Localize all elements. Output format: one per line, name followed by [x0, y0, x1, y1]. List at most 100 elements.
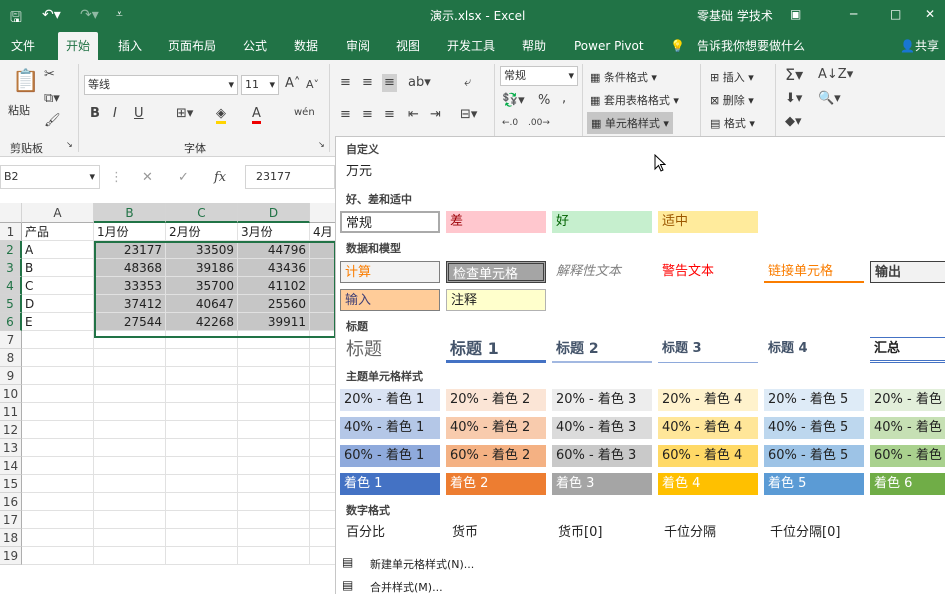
fill-color-icon[interactable]: ◈: [216, 107, 226, 124]
cell[interactable]: [238, 439, 310, 457]
cell[interactable]: [166, 529, 238, 547]
autosum-icon[interactable]: Σ▾: [785, 67, 803, 83]
style-linked-cell[interactable]: 链接单元格: [764, 261, 864, 283]
cell[interactable]: 2月份: [166, 223, 238, 241]
style-theme-accent[interactable]: 20% - 着色 1: [340, 389, 440, 411]
style-good[interactable]: 好: [552, 211, 652, 233]
cell[interactable]: 1月份: [94, 223, 166, 241]
tab-insert[interactable]: 插入: [118, 32, 142, 60]
cell[interactable]: [22, 331, 94, 349]
row-header[interactable]: 18: [0, 529, 22, 547]
style-theme-accent[interactable]: 20% - 着色 3: [552, 389, 652, 411]
tab-power-pivot[interactable]: Power Pivot: [574, 32, 644, 60]
increase-decimal-icon[interactable]: ←.0: [502, 116, 518, 130]
currency-icon[interactable]: 💱▾: [502, 94, 525, 108]
underline-button[interactable]: U: [134, 107, 144, 121]
style-percent[interactable]: 百分比: [342, 522, 442, 544]
cell[interactable]: D: [22, 295, 94, 313]
share-button[interactable]: 👤共享: [900, 32, 939, 60]
cell[interactable]: [94, 493, 166, 511]
style-neutral[interactable]: 适中: [658, 211, 758, 233]
dialog-launcher-icon[interactable]: ↘: [318, 140, 325, 149]
cell[interactable]: A: [22, 241, 94, 259]
cell[interactable]: [310, 493, 335, 511]
tab-formulas[interactable]: 公式: [243, 32, 267, 60]
cell-styles-button[interactable]: ▦ 单元格样式 ▾: [587, 112, 673, 134]
new-cell-style-menu-item[interactable]: 新建单元格样式(N)...: [370, 556, 474, 572]
align-bottom-icon[interactable]: ≡: [382, 74, 397, 92]
cell[interactable]: [22, 475, 94, 493]
cell[interactable]: [310, 403, 335, 421]
cell[interactable]: B: [22, 259, 94, 277]
user-name[interactable]: 零基础 学技术: [697, 7, 773, 24]
restore-button[interactable]: □: [890, 7, 901, 21]
style-total[interactable]: 汇总: [870, 337, 945, 363]
cell[interactable]: [238, 511, 310, 529]
wrap-text-icon[interactable]: ⤶: [464, 76, 471, 90]
cell[interactable]: [94, 367, 166, 385]
style-theme-accent[interactable]: 60% - 着色 2: [446, 445, 546, 467]
decrease-decimal-icon[interactable]: .00→: [528, 116, 550, 130]
cell[interactable]: [22, 511, 94, 529]
paste-label[interactable]: 粘贴: [8, 102, 30, 118]
italic-button[interactable]: I: [113, 107, 117, 121]
style-theme-accent[interactable]: 60% - 着色 4: [658, 445, 758, 467]
redo-icon[interactable]: ↷▾: [80, 7, 99, 23]
style-currency[interactable]: 货币: [448, 522, 548, 544]
style-theme-accent[interactable]: 60% - 着色 3: [552, 445, 652, 467]
row-header[interactable]: 4: [0, 277, 22, 295]
cell[interactable]: [310, 547, 335, 565]
cell[interactable]: [94, 457, 166, 475]
style-theme-accent[interactable]: 着色 5: [764, 473, 864, 495]
style-theme-accent[interactable]: 20% - 着色 2: [446, 389, 546, 411]
style-theme-accent[interactable]: 20% - 着色 4: [658, 389, 758, 411]
row-header[interactable]: 17: [0, 511, 22, 529]
cell[interactable]: [94, 385, 166, 403]
cell[interactable]: [166, 493, 238, 511]
increase-indent-icon[interactable]: ⇥: [430, 108, 441, 122]
style-normal[interactable]: 常规: [340, 211, 440, 233]
cell[interactable]: [22, 493, 94, 511]
column-header-d[interactable]: D: [238, 203, 310, 223]
style-comma[interactable]: 千位分隔: [660, 522, 760, 544]
insert-function-button[interactable]: fx: [214, 171, 226, 185]
cell[interactable]: [166, 421, 238, 439]
format-cells-button[interactable]: ▤ 格式 ▾: [710, 115, 755, 131]
format-painter-icon[interactable]: 🖌: [44, 114, 61, 128]
align-left-icon[interactable]: ≡: [340, 108, 351, 122]
cell[interactable]: [22, 403, 94, 421]
cell[interactable]: [238, 403, 310, 421]
row-header[interactable]: 13: [0, 439, 22, 457]
cell[interactable]: [238, 547, 310, 565]
cell[interactable]: [22, 421, 94, 439]
cell[interactable]: [166, 403, 238, 421]
row-header[interactable]: 9: [0, 367, 22, 385]
style-theme-accent[interactable]: 60% - 着色 1: [340, 445, 440, 467]
align-top-icon[interactable]: ≡: [340, 76, 351, 90]
style-check-cell[interactable]: 检查单元格: [446, 261, 546, 283]
column-header-a[interactable]: A: [22, 203, 94, 223]
select-all-corner[interactable]: [0, 203, 22, 223]
cell[interactable]: [166, 349, 238, 367]
style-currency-0[interactable]: 货币[0]: [554, 522, 654, 544]
style-note[interactable]: 注释: [446, 289, 546, 311]
style-calculation[interactable]: 计算: [340, 261, 440, 283]
find-icon[interactable]: 🔍▾: [818, 92, 841, 106]
sort-filter-icon[interactable]: A↓Z▾: [818, 68, 853, 82]
phonetic-icon[interactable]: wén: [294, 106, 315, 120]
style-heading-3[interactable]: 标题 3: [658, 337, 758, 363]
tab-file[interactable]: 文件: [11, 32, 35, 60]
row-header[interactable]: 15: [0, 475, 22, 493]
cell[interactable]: [310, 457, 335, 475]
cell[interactable]: [166, 367, 238, 385]
font-size-select[interactable]: 11 ▾: [241, 75, 279, 95]
cut-icon[interactable]: ✂: [44, 68, 55, 82]
cell[interactable]: [94, 547, 166, 565]
cell[interactable]: [22, 349, 94, 367]
insert-cells-button[interactable]: ⊞ 插入 ▾: [710, 69, 754, 85]
cell[interactable]: [238, 475, 310, 493]
style-theme-accent[interactable]: 40% - 着色 2: [446, 417, 546, 439]
cell[interactable]: C: [22, 277, 94, 295]
cell[interactable]: [310, 421, 335, 439]
clear-icon[interactable]: ◆▾: [785, 115, 802, 129]
